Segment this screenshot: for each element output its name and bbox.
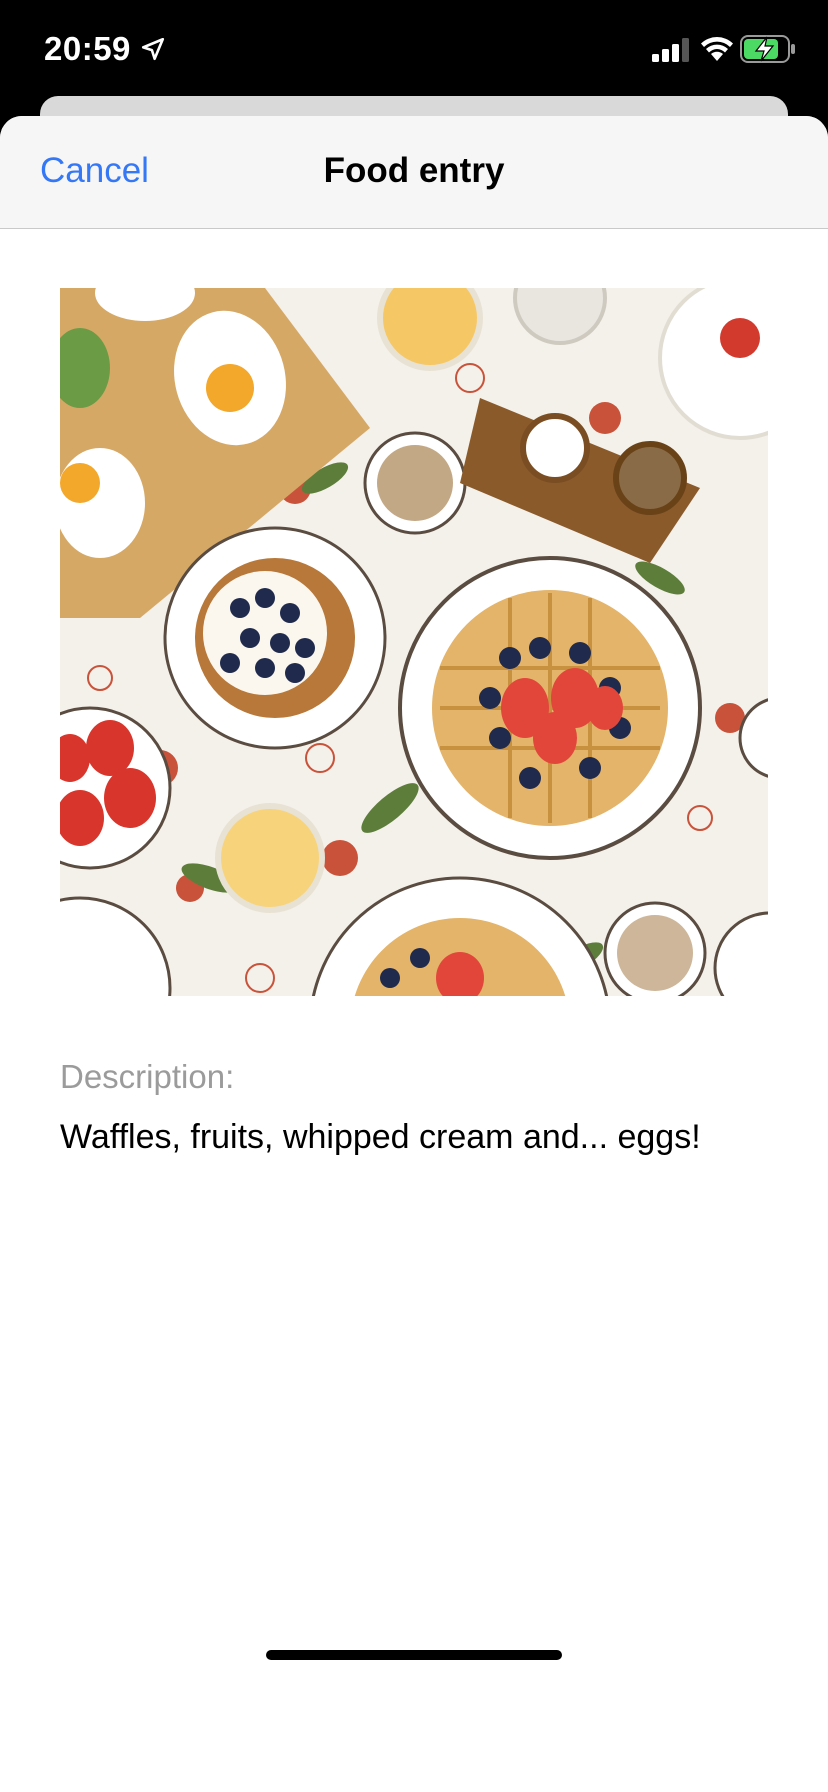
navigation-bar: Cancel Food entry bbox=[0, 116, 828, 229]
wifi-icon bbox=[701, 37, 733, 61]
description-text: Waffles, fruits, whipped cream and... eg… bbox=[60, 1118, 701, 1156]
battery-charging-icon bbox=[740, 35, 795, 63]
food-entry-sheet: Cancel Food entry Description: Waffles, … bbox=[0, 116, 828, 1792]
location-arrow-icon bbox=[141, 37, 165, 61]
description-label: Description: bbox=[60, 1058, 235, 1095]
status-time: 20:59 bbox=[44, 30, 131, 67]
page-title: Food entry bbox=[323, 151, 505, 190]
home-indicator[interactable] bbox=[266, 1650, 562, 1660]
food-photo bbox=[60, 288, 768, 996]
status-bar: 20:59 bbox=[0, 0, 828, 96]
signal-icon bbox=[652, 38, 689, 62]
